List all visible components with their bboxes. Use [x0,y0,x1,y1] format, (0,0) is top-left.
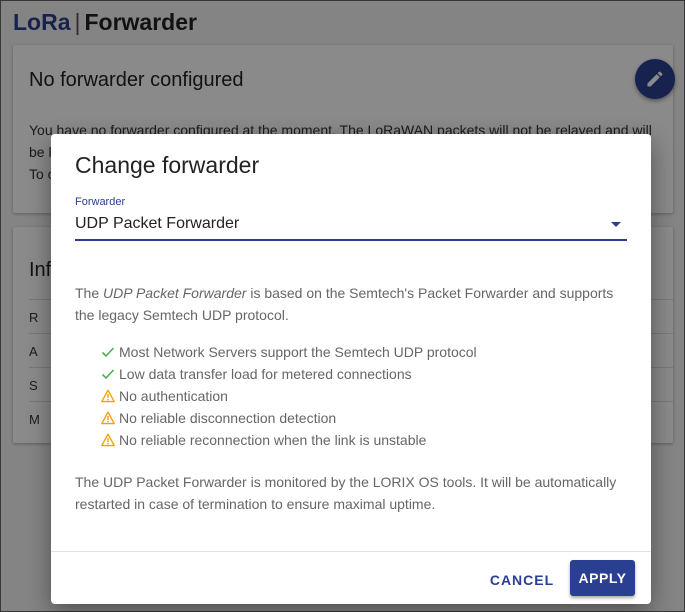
feature-text: No authentication [119,388,228,404]
forwarder-select[interactable]: UDP Packet Forwarder [75,210,627,241]
feature-item: Most Network Servers support the Semtech… [101,341,477,363]
feature-text: No reliable disconnection detection [119,410,337,426]
monitoring-note: The UDP Packet Forwarder is monitored by… [75,474,617,512]
feature-item: No reliable reconnection when the link i… [101,429,477,451]
warning-icon [101,411,115,425]
apply-button[interactable]: APPLY [570,560,635,596]
dialog-title: Change forwarder [75,152,260,178]
feature-text: Low data transfer load for metered conne… [119,366,412,382]
feature-text: Most Network Servers support the Semtech… [119,344,477,360]
warning-icon [101,389,115,403]
desc-emphasis: UDP Packet Forwarder [103,285,247,301]
forwarder-field-label: Forwarder [75,196,126,208]
warning-icon [101,433,115,447]
feature-item: No reliable disconnection detection [101,407,477,429]
check-icon [101,367,115,381]
forwarder-description: The UDP Packet Forwarder is based on the… [75,282,635,326]
feature-text: No reliable reconnection when the link i… [119,432,427,448]
cancel-button[interactable]: CANCEL [485,568,559,592]
feature-item: No authentication [101,385,477,407]
change-forwarder-dialog: Change forwarder Forwarder UDP Packet Fo… [51,134,651,604]
feature-list: Most Network Servers support the Semtech… [101,341,477,451]
forwarder-select-value: UDP Packet Forwarder [75,215,240,232]
dropdown-arrow-icon [611,222,621,227]
check-icon [101,345,115,359]
feature-item: Low data transfer load for metered conne… [101,363,477,385]
desc-prefix: The [75,285,104,301]
dialog-divider [51,551,651,552]
